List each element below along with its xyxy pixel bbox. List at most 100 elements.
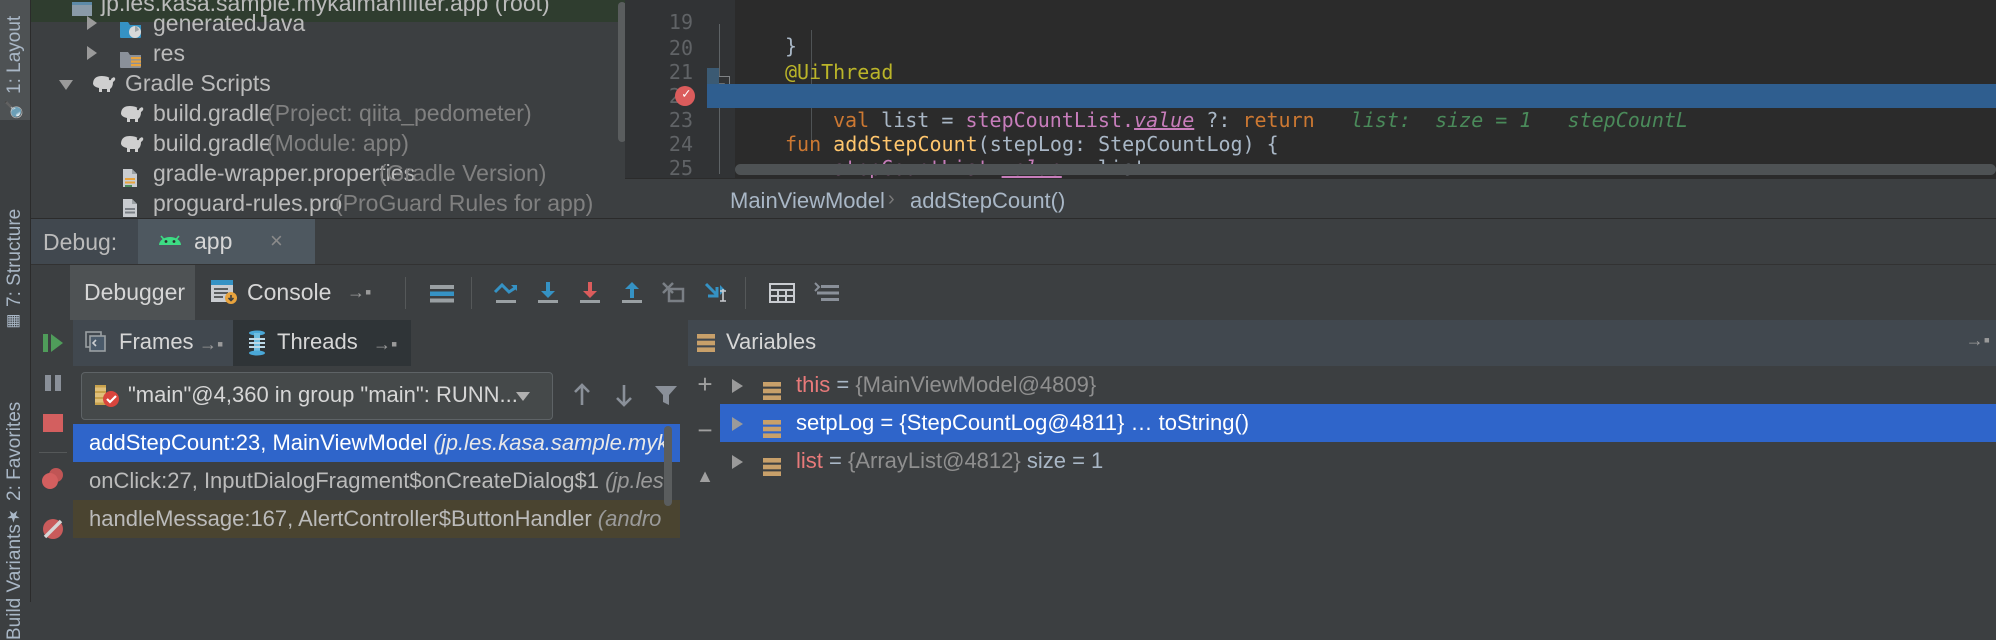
variables-side-buttons: + − ▲ — [688, 366, 720, 602]
debug-tool-window-header: Debug: app × — [31, 218, 1996, 265]
toolbar-divider — [745, 277, 746, 309]
thread-selector[interactable]: "main"@4,360 in group "main": RUNN... — [81, 372, 553, 420]
stop-button[interactable] — [38, 408, 68, 438]
chevron-right-icon[interactable] — [732, 455, 743, 469]
frame-list-item[interactable]: onClick:27, InputDialogFragment$onCreate… — [73, 462, 680, 500]
debug-label-container: Debug: — [31, 219, 138, 265]
sidebar-tab-structure-label: 7: Structure — [4, 208, 25, 307]
tab-frames[interactable]: Frames →▪ — [73, 320, 233, 366]
pin-tab-icon[interactable]: →▪ — [347, 282, 371, 303]
step-into-icon[interactable] — [533, 279, 563, 307]
tab-debugger-label: Debugger — [84, 279, 186, 305]
mute-breakpoints-button[interactable] — [38, 514, 68, 544]
chevron-down-icon[interactable] — [516, 392, 530, 401]
chevron-right-icon[interactable] — [87, 16, 97, 30]
frames-scrollbar[interactable] — [663, 424, 673, 602]
code-line[interactable]: 22 val list = stepCountList.value ?: ret… — [625, 60, 1996, 132]
tree-row-proguard-rules[interactable]: proguard-rules.pro (ProGuard Rules for a… — [31, 184, 625, 218]
thread-selector-value: "main"@4,360 in group "main": RUNN... — [128, 382, 518, 407]
chevron-right-icon[interactable] — [732, 379, 743, 393]
code-line[interactable]: 19 } — [625, 0, 1996, 58]
project-tree[interactable]: jp.les.kasa.sample.mykalmanfilter.app (r… — [31, 0, 625, 218]
sidebar-tab-build-variants[interactable]: Build Variants — [0, 524, 30, 640]
code-line[interactable]: 21 ─ fun addStepCount(stepLog: StepCount… — [625, 36, 1996, 156]
breadcrumb-method[interactable]: addStepCount() — [910, 188, 1065, 214]
variables-title: Variables — [726, 329, 817, 354]
variable-row[interactable]: list = {ArrayList@4812} size = 1 — [720, 442, 1996, 480]
variable-row[interactable]: setpLog = {StepCountLog@4811} … toString… — [720, 404, 1996, 442]
frame-down-button[interactable] — [609, 380, 639, 410]
frame-up-button[interactable] — [567, 380, 597, 410]
breadcrumb-class[interactable]: MainViewModel — [730, 188, 885, 214]
gradle-icon — [119, 130, 144, 152]
remove-watch-button[interactable]: − — [694, 417, 716, 443]
sidebar-tab-structure[interactable]: ▦ 7: Structure — [0, 122, 30, 332]
chevron-down-icon[interactable] — [59, 80, 73, 90]
breadcrumb-separator: › — [888, 188, 895, 210]
sidebar-tab-layout-label: 1: Layout — [4, 16, 25, 95]
run-to-cursor-icon[interactable] — [701, 279, 731, 307]
tab-frames-label: Frames — [119, 329, 194, 354]
watch-up-button[interactable]: ▲ — [694, 466, 716, 488]
debug-title: Debug: — [43, 229, 118, 255]
pin-tab-icon[interactable]: →▪ — [1966, 330, 1990, 351]
view-breakpoints-button[interactable] — [38, 464, 68, 494]
code-line[interactable]: 20 @UiThread — [625, 12, 1996, 84]
variables-header: Variables →▪ — [688, 320, 1996, 367]
tab-console[interactable]: Console →▪ — [195, 265, 385, 321]
android-icon — [156, 233, 184, 251]
tab-threads[interactable]: Threads →▪ — [233, 320, 411, 366]
step-out-icon[interactable] — [617, 279, 647, 307]
folder-generated-icon — [119, 13, 141, 38]
structure-icon: ▦ — [6, 313, 23, 332]
close-icon[interactable]: × — [270, 228, 283, 254]
debug-actions-strip — [31, 320, 74, 602]
chevron-right-icon[interactable] — [732, 417, 743, 431]
debug-tab-app[interactable]: app × — [138, 219, 315, 265]
evaluate-expression-icon[interactable] — [767, 279, 797, 307]
console-icon — [209, 278, 239, 306]
tree-row-suffix: (ProGuard Rules for app) — [335, 190, 594, 216]
resume-program-button[interactable] — [38, 328, 68, 358]
pin-tab-icon[interactable]: →▪ — [199, 334, 223, 355]
code-line[interactable]: 23 ✓ list.add(stepLog) list: size = 1 — [625, 84, 1996, 204]
threads-icon — [245, 330, 269, 362]
tab-console-label: Console — [247, 279, 332, 305]
thread-selector-row: "main"@4,360 in group "main": RUNN... — [73, 366, 680, 424]
frames-layout-icon[interactable] — [427, 279, 457, 307]
variables-list[interactable]: this = {MainViewModel@4809} setpLog = {S… — [720, 366, 1996, 602]
frame-package: (jp.les. — [605, 468, 670, 493]
settings-list-icon[interactable] — [813, 279, 843, 307]
variables-icon — [696, 333, 718, 353]
pause-program-button[interactable] — [38, 368, 68, 398]
force-step-into-icon[interactable] — [575, 279, 605, 307]
frame-list-item[interactable]: addStepCount:23, MainViewModel (jp.les.k… — [73, 424, 680, 462]
frame-method: handleMessage:167, AlertController$Butto… — [89, 506, 592, 531]
filter-frames-button[interactable] — [651, 380, 681, 410]
pin-tab-icon[interactable]: →▪ — [373, 334, 397, 355]
code-line[interactable]: 24 stepCountList.value = list — [625, 108, 1996, 180]
frames-threads-tabbar: Frames →▪ Threads →▪ — [73, 320, 680, 367]
variable-row[interactable]: this = {MainViewModel@4809} — [720, 366, 1996, 404]
thread-suspended-icon — [92, 383, 120, 415]
step-over-icon[interactable] — [491, 279, 521, 307]
code-editor[interactable]: 19 } 20 @UiThread 21 ─ fun addStepCount(… — [625, 0, 1996, 334]
add-watch-button[interactable]: + — [694, 371, 716, 397]
chevron-right-icon[interactable] — [87, 46, 97, 60]
sidebar-tab-layout[interactable]: 🔍 1: Layout — [0, 0, 30, 120]
code-line[interactable]: 25 ─ } — [625, 132, 1996, 286]
breadcrumb[interactable]: MainViewModel › addStepCount() — [625, 178, 1996, 219]
panel-splitter[interactable] — [680, 320, 688, 602]
frame-list-item[interactable]: handleMessage:167, AlertController$Butto… — [73, 500, 680, 538]
scrollbar-thumb[interactable] — [735, 164, 1996, 175]
frames-list[interactable]: addStepCount:23, MainViewModel (jp.les.k… — [73, 424, 680, 602]
tab-threads-label: Threads — [277, 329, 358, 354]
tab-debugger[interactable]: Debugger — [70, 265, 195, 321]
editor-hscrollbar[interactable] — [735, 162, 1996, 176]
drop-frame-icon[interactable] — [659, 279, 689, 307]
variables-icon — [762, 451, 784, 476]
scrollbar-thumb[interactable] — [664, 426, 672, 506]
star-icon: ★ — [6, 507, 23, 526]
folder-res-icon — [119, 43, 141, 68]
sidebar-tab-favorites[interactable]: ★ 2: Favorites — [0, 336, 30, 526]
